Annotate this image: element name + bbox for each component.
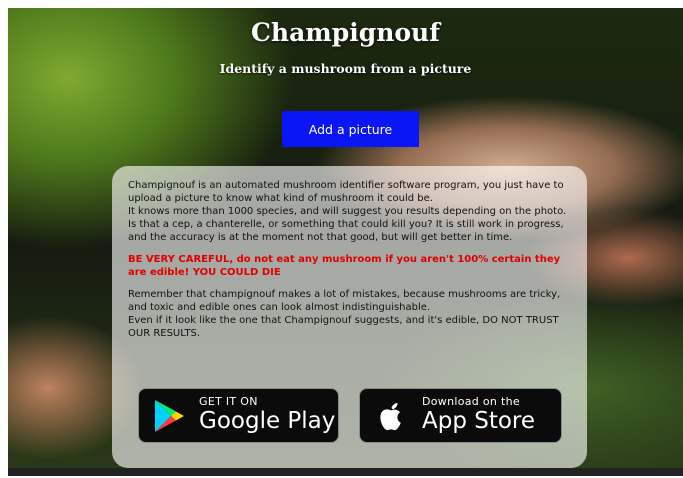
intro-text: Champignouf is an automated mushroom ide… (128, 179, 573, 244)
google-play-big-text: Google Play (199, 408, 336, 434)
google-play-icon (155, 400, 184, 432)
app-title: Champignouf (251, 18, 440, 47)
app-store-big-text: App Store (422, 408, 536, 434)
info-card: Champignouf is an automated mushroom ide… (112, 166, 587, 468)
intro-line: Is that a cep, a chanterelle, or somethi… (128, 219, 564, 243)
intro-line: Champignouf is an automated mushroom ide… (128, 180, 564, 204)
app-subtitle: Identify a mushroom from a picture (219, 61, 472, 76)
disclaimer-text: Remember that champignouf makes a lot of… (128, 288, 573, 340)
app-store-badge[interactable]: Download on the App Store (359, 388, 562, 443)
disclaimer-line: Remember that champignouf makes a lot of… (128, 289, 561, 313)
google-play-badge[interactable]: GET IT ON Google Play (138, 388, 339, 443)
add-picture-button[interactable]: Add a picture (282, 111, 419, 147)
hero-background: Champignouf Identify a mushroom from a p… (8, 8, 683, 476)
warning-text: BE VERY CAREFUL, do not eat any mushroom… (128, 254, 561, 278)
bottom-divider (8, 468, 683, 476)
disclaimer-line: Even if it look like the one that Champi… (128, 315, 559, 339)
intro-line: It knows more than 1000 species, and wil… (128, 206, 567, 217)
apple-icon (380, 403, 401, 431)
